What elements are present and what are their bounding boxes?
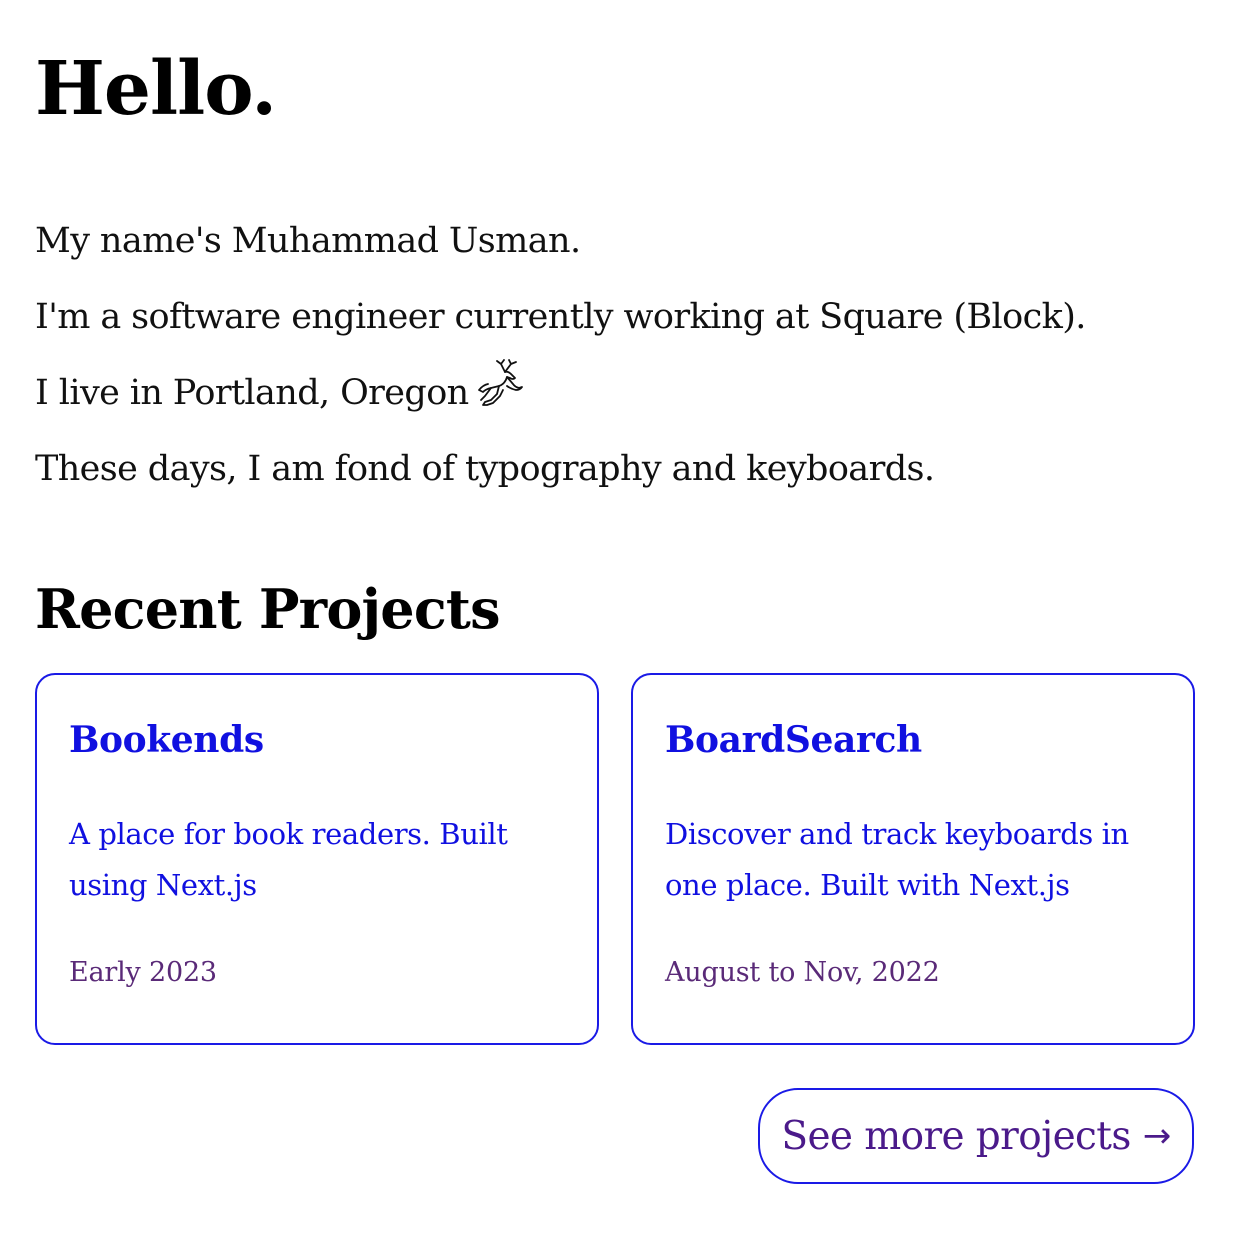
- project-title: Bookends: [69, 719, 264, 761]
- recent-projects-heading: Recent Projects: [35, 577, 500, 641]
- arrow-right-icon: →: [1142, 1116, 1171, 1156]
- project-date: August to Nov, 2022: [665, 957, 940, 988]
- see-more-projects-button[interactable]: See more projects →: [758, 1088, 1194, 1184]
- project-card-boardsearch[interactable]: BoardSearch Discover and track keyboards…: [631, 673, 1195, 1045]
- intro-line-name: My name's Muhammad Usman.: [35, 203, 1086, 279]
- intro-line-job: I'm a software engineer currently workin…: [35, 279, 1086, 355]
- project-card-bookends[interactable]: Bookends A place for book readers. Built…: [35, 673, 599, 1045]
- deer-icon: [475, 358, 527, 410]
- intro-line-name-text: My name's Muhammad Usman.: [35, 221, 581, 261]
- project-date: Early 2023: [69, 957, 217, 988]
- intro-line-job-text: I'm a software engineer currently workin…: [35, 297, 1086, 337]
- see-more-projects-label: See more projects: [781, 1113, 1131, 1159]
- project-description: Discover and track keyboards in one plac…: [665, 817, 1129, 902]
- project-title: BoardSearch: [665, 719, 922, 761]
- intro-line-location-text: I live in Portland, Oregon: [35, 373, 469, 413]
- intro-section: My name's Muhammad Usman. I'm a software…: [35, 203, 1086, 507]
- greeting-heading: Hello.: [35, 46, 277, 132]
- intro-line-interests: These days, I am fond of typography and …: [35, 431, 1086, 507]
- project-description: A place for book readers. Built using Ne…: [69, 817, 508, 902]
- intro-line-interests-text: These days, I am fond of typography and …: [35, 449, 935, 489]
- intro-line-location: I live in Portland, Oregon: [35, 355, 1086, 431]
